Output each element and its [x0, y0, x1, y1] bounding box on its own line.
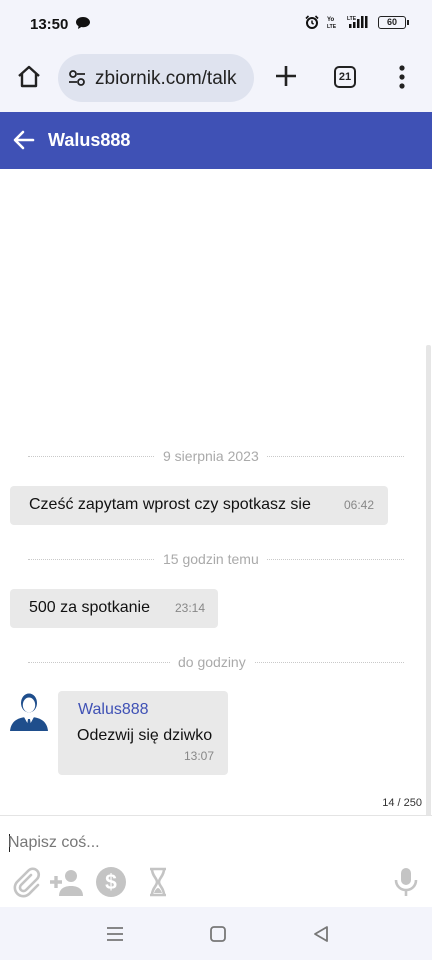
add-person-icon[interactable] [48, 866, 86, 898]
svg-text:LTE: LTE [347, 16, 357, 22]
more-menu-icon[interactable] [398, 64, 406, 90]
avatar[interactable] [8, 689, 50, 731]
status-time: 13:50 [30, 16, 69, 33]
browser-toolbar: zbiornik.com/talk 21 [0, 50, 432, 112]
back-arrow-icon[interactable] [12, 128, 36, 152]
message-bubble[interactable]: 500 za spotkanie 23:14 [10, 589, 218, 628]
recent-apps-icon[interactable] [105, 924, 125, 944]
alarm-icon [305, 15, 319, 29]
svg-text:LTE: LTE [327, 24, 337, 29]
status-bar: 13:50 Yo LTE LTE 60 [0, 0, 432, 50]
message-bubble[interactable]: Walus888 Odezwij się dziwko 13:07 [58, 691, 228, 775]
new-tab-icon[interactable] [272, 62, 300, 90]
date-divider-label: 9 sierpnia 2023 [155, 448, 267, 464]
dollar-icon[interactable]: $ [95, 866, 127, 898]
tab-switcher-icon[interactable]: 21 [334, 66, 356, 88]
url-text[interactable]: zbiornik.com/talk [95, 68, 237, 90]
chat-header: Walus888 [0, 112, 432, 169]
date-divider: 9 sierpnia 2023 [28, 446, 404, 466]
message-text: Cześć zapytam wprost czy spotkasz sie [29, 496, 311, 513]
status-icons: Yo LTE LTE 60 [305, 15, 409, 29]
svg-text:$: $ [105, 871, 117, 894]
date-divider: do godziny [28, 652, 404, 672]
chat-title[interactable]: Walus888 [48, 130, 130, 151]
system-nav-bar [0, 907, 432, 960]
message-list[interactable]: 9 sierpnia 2023 Cześć zapytam wprost czy… [0, 169, 432, 957]
message-input[interactable] [8, 828, 388, 858]
message-text: Odezwij się dziwko [77, 727, 213, 744]
date-divider-label: do godziny [170, 654, 254, 670]
microphone-icon[interactable] [390, 866, 422, 898]
message-time: 23:14 [175, 601, 206, 615]
home-nav-icon[interactable] [208, 924, 228, 944]
address-bar[interactable]: zbiornik.com/talk [58, 54, 254, 102]
message-text: 500 za spotkanie [29, 599, 150, 616]
battery-icon: 60 [378, 15, 409, 29]
attach-icon[interactable] [10, 866, 42, 898]
volte-icon: Yo LTE [327, 17, 337, 29]
site-settings-icon[interactable] [67, 68, 87, 88]
date-divider: 15 godzin temu [28, 549, 404, 569]
chat-bubble-icon [76, 17, 90, 29]
signal-icon: LTE [347, 16, 368, 28]
char-counter: 14 / 250 [382, 797, 422, 809]
svg-text:Yo: Yo [327, 17, 335, 23]
date-divider-label: 15 godzin temu [155, 551, 267, 567]
message-time: 13:07 [184, 749, 215, 763]
home-icon[interactable] [14, 62, 44, 92]
message-bubble[interactable]: Cześć zapytam wprost czy spotkasz sie 06… [10, 486, 388, 525]
message-composer: $ [0, 815, 432, 907]
message-sender[interactable]: Walus888 [78, 701, 149, 719]
hourglass-icon[interactable] [142, 866, 174, 898]
message-time: 06:42 [344, 498, 375, 512]
back-nav-icon[interactable] [311, 924, 331, 944]
